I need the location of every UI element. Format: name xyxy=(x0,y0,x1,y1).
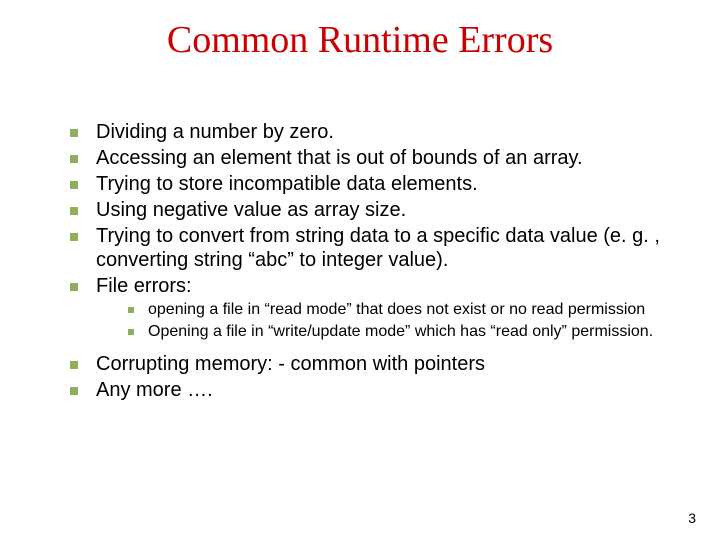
list-item: Trying to store incompatible data elemen… xyxy=(70,172,680,196)
list-item: File errors: xyxy=(70,274,680,298)
bullet-icon xyxy=(70,233,78,241)
bullet-icon xyxy=(128,329,134,335)
bullet-icon xyxy=(70,181,78,189)
bullet-text: opening a file in “read mode” that does … xyxy=(148,300,645,320)
list-item: Trying to convert from string data to a … xyxy=(70,224,680,272)
list-item: Any more …. xyxy=(70,378,680,402)
list-item: Corrupting memory: - common with pointer… xyxy=(70,352,680,376)
bullet-text: Any more …. xyxy=(96,378,213,402)
bullet-icon xyxy=(70,283,78,291)
bullet-icon xyxy=(70,207,78,215)
list-item: Accessing an element that is out of boun… xyxy=(70,146,680,170)
list-item: Dividing a number by zero. xyxy=(70,120,680,144)
bullet-text: Trying to store incompatible data elemen… xyxy=(96,172,478,196)
bullet-text: File errors: xyxy=(96,274,192,298)
bullet-text: Opening a file in “write/update mode” wh… xyxy=(148,322,653,342)
bullet-icon xyxy=(128,307,134,313)
slide-title: Common Runtime Errors xyxy=(0,18,720,62)
bullet-text: Accessing an element that is out of boun… xyxy=(96,146,583,170)
bullet-text: Using negative value as array size. xyxy=(96,198,406,222)
bullet-text: Corrupting memory: - common with pointer… xyxy=(96,352,485,376)
bullet-text: Trying to convert from string data to a … xyxy=(96,224,680,272)
bullet-icon xyxy=(70,129,78,137)
page-number: 3 xyxy=(688,510,696,526)
bullet-icon xyxy=(70,361,78,369)
bullet-text: Dividing a number by zero. xyxy=(96,120,334,144)
list-item: Using negative value as array size. xyxy=(70,198,680,222)
bullet-icon xyxy=(70,387,78,395)
slide: Common Runtime Errors Dividing a number … xyxy=(0,0,720,540)
list-item: Opening a file in “write/update mode” wh… xyxy=(128,322,680,342)
list-item: opening a file in “read mode” that does … xyxy=(128,300,680,320)
bullet-icon xyxy=(70,155,78,163)
slide-content: Dividing a number by zero. Accessing an … xyxy=(70,120,680,404)
